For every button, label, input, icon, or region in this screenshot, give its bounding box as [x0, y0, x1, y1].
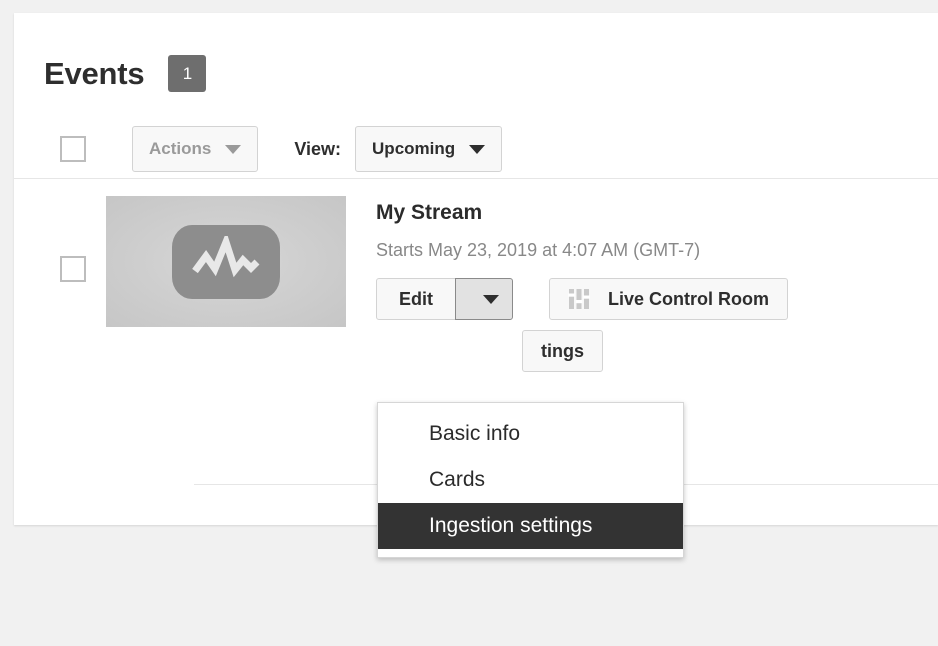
event-info: My Stream Starts May 23, 2019 at 4:07 AM… [376, 196, 788, 373]
view-select-value: Upcoming [372, 139, 456, 158]
actions-button-label: Actions [149, 139, 212, 158]
menu-item-cards[interactable]: Cards [378, 457, 683, 503]
event-secondary-action-row: tings [376, 330, 788, 373]
edit-dropdown-toggle[interactable] [455, 278, 513, 321]
event-select-checkbox[interactable] [60, 256, 86, 282]
actions-button[interactable]: Actions [132, 126, 259, 172]
edit-button-label: Edit [399, 288, 433, 309]
page-title: Events [44, 56, 145, 91]
edit-button[interactable]: Edit [376, 278, 456, 321]
live-control-room-button[interactable]: Live Control Room [549, 278, 788, 321]
stream-settings-button[interactable]: tings [522, 330, 603, 373]
event-action-row: Edit Live Control Room [376, 278, 788, 321]
chevron-down-icon [469, 144, 486, 154]
view-label: View: [294, 138, 342, 159]
events-count-badge: 1 [168, 55, 207, 92]
events-toolbar: Actions View: Upcoming [14, 120, 938, 178]
stream-settings-button-label: tings [541, 340, 584, 361]
event-thumbnail[interactable] [106, 196, 346, 327]
event-list-item: My Stream Starts May 23, 2019 at 4:07 AM… [14, 179, 938, 373]
event-checkbox-wrap [60, 196, 86, 372]
menu-item-label: Cards [429, 468, 486, 491]
chevron-down-icon [225, 144, 242, 154]
event-title[interactable]: My Stream [376, 201, 788, 224]
menu-item-basic-info[interactable]: Basic info [378, 411, 683, 457]
event-schedule: Starts May 23, 2019 at 4:07 AM (GMT-7) [376, 240, 701, 261]
menu-item-ingestion-settings[interactable]: Ingestion settings [378, 503, 683, 549]
chevron-down-icon [483, 294, 499, 304]
menu-item-label: Basic info [429, 422, 521, 445]
menu-item-label: Ingestion settings [429, 514, 593, 537]
view-select[interactable]: Upcoming [355, 126, 503, 172]
live-control-room-label: Live Control Room [608, 288, 769, 309]
mixer-equalizer-icon [568, 288, 590, 310]
page-header: Events 1 [14, 13, 938, 92]
select-all-checkbox[interactable] [60, 136, 86, 162]
edit-split-button: Edit [376, 278, 513, 321]
live-waveform-icon [172, 224, 280, 299]
edit-dropdown-menu: Basic info Cards Ingestion settings [377, 402, 684, 558]
